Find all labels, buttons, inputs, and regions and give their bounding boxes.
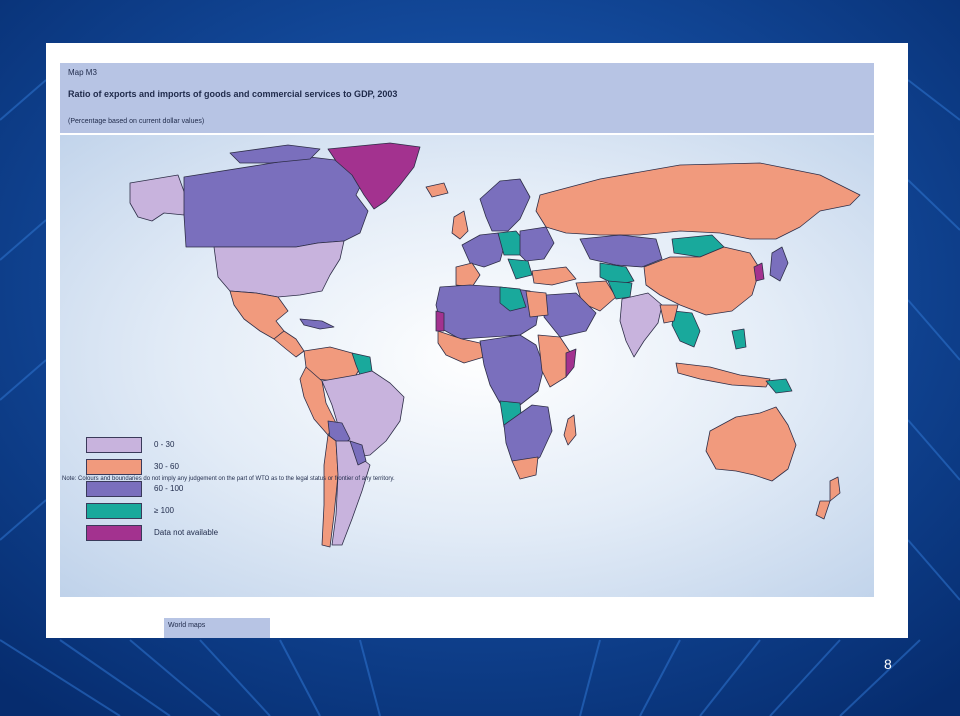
legend-swatch: [86, 481, 142, 497]
legend-label: 0 - 30: [154, 440, 175, 449]
legend-label: ≥ 100: [154, 506, 174, 515]
legend-swatch: [86, 459, 142, 475]
region-iceland: [425, 182, 449, 198]
region-mexico: [229, 290, 289, 340]
region-indonesia: [675, 362, 771, 388]
region-eastern-europe: [519, 226, 555, 262]
region-australia: [705, 406, 797, 482]
legend-swatch: [86, 437, 142, 453]
region-madagascar: [563, 414, 577, 446]
region-alaska: [129, 174, 187, 222]
footer-tab: World maps: [164, 618, 270, 638]
region-canada: [183, 156, 369, 248]
region-central-america: [273, 330, 305, 358]
map-panel: Map M3 Ratio of exports and imports of g…: [46, 43, 908, 638]
region-western-sahara: [435, 310, 445, 332]
region-russia: [535, 162, 861, 240]
map-label: Map M3: [68, 68, 97, 77]
region-scandinavia: [479, 178, 531, 232]
region-southeast-asia: [671, 310, 701, 348]
legend-label: 60 - 100: [154, 484, 184, 493]
map-subtitle: (Percentage based on current dollar valu…: [68, 118, 205, 125]
region-philippines: [731, 328, 747, 350]
world-map: 0 - 30 30 - 60 60 - 100 ≥ 100 Data not avail…: [60, 135, 874, 597]
region-japan: [769, 246, 789, 282]
slide-number: 8: [884, 656, 892, 672]
map-note: Note: Colours and boundaries do not impl…: [62, 476, 395, 482]
region-iberia: [455, 262, 481, 288]
region-uk: [451, 210, 469, 240]
region-papua: [765, 378, 793, 394]
region-western-europe: [461, 232, 505, 268]
legend-swatch: [86, 525, 142, 541]
region-somalia: [565, 348, 577, 378]
map-header: Map M3 Ratio of exports and imports of g…: [60, 63, 874, 133]
region-south-africa: [511, 456, 539, 480]
legend-swatch: [86, 503, 142, 519]
region-egypt: [525, 290, 549, 318]
legend-label: Data not available: [154, 528, 219, 537]
region-new-zealand-south: [815, 500, 831, 520]
region-central-africa: [479, 334, 545, 406]
footer-tab-label: World maps: [168, 622, 206, 629]
region-india: [619, 292, 663, 358]
region-kazakhstan: [579, 234, 663, 268]
region-turkey: [531, 266, 577, 286]
legend-label: 30 - 60: [154, 462, 179, 471]
region-north-africa: [435, 284, 541, 340]
region-new-zealand: [829, 476, 841, 502]
region-united-states: [213, 240, 345, 298]
region-balkans: [507, 258, 533, 280]
region-caribbean: [299, 318, 335, 330]
map-title: Ratio of exports and imports of goods an…: [68, 89, 398, 99]
